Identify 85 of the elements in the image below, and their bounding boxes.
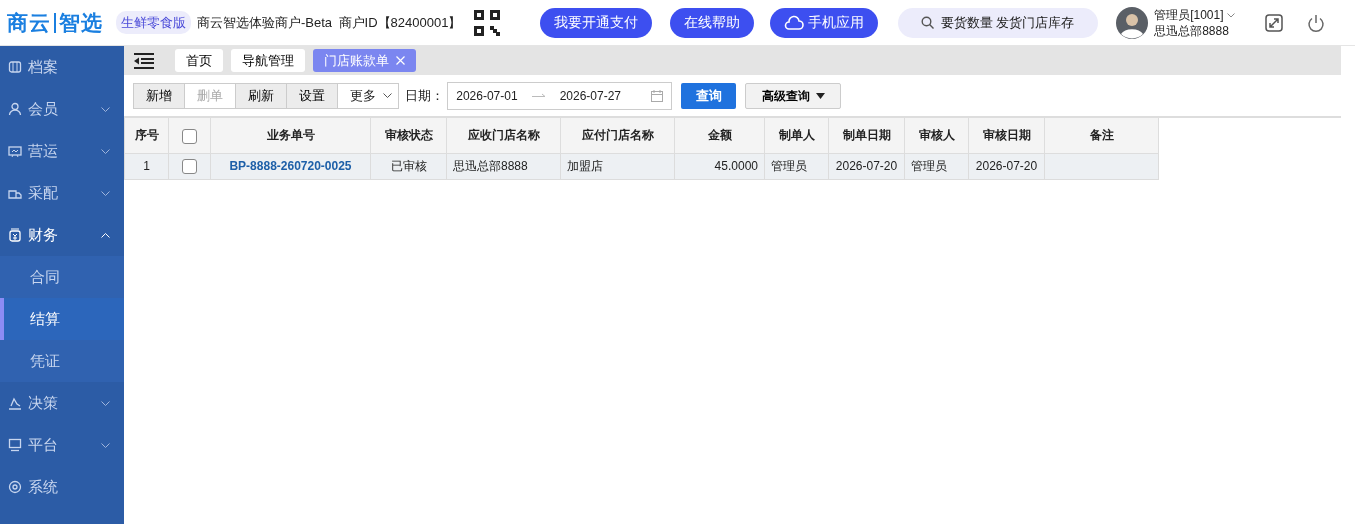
target-icon: [8, 480, 22, 494]
sidebar-item[interactable]: 采配: [0, 172, 124, 214]
query-button[interactable]: 查询: [681, 82, 737, 109]
table-cell: 2026-07-20: [835, 159, 898, 173]
checkbox[interactable]: [182, 159, 197, 175]
date-from: 2026-07-01: [456, 87, 518, 105]
tab[interactable]: 首页: [175, 49, 223, 72]
column-header: 金额: [707, 128, 732, 143]
cloud-icon: [784, 14, 805, 31]
column-header: 审核日期: [982, 128, 1031, 143]
person-icon: [8, 102, 22, 116]
column-header: 备注: [1089, 128, 1114, 143]
monitor-icon: [8, 438, 22, 452]
arrow-icon: [531, 92, 546, 99]
sidebar-subitem[interactable]: 凭证: [0, 340, 124, 382]
sidebar-subitem[interactable]: 合同: [0, 256, 124, 298]
chevron-icon: [101, 400, 110, 406]
date-label: 日期：: [405, 86, 444, 105]
chevron-icon: [382, 93, 392, 98]
chevron-icon: [101, 232, 110, 238]
tab[interactable]: 导航管理: [231, 49, 305, 72]
qr-code-icon[interactable]: [474, 9, 501, 36]
sidebar-item[interactable]: 档案: [0, 46, 124, 88]
header-button[interactable]: 在线帮助: [670, 7, 755, 38]
search-icon: [921, 16, 935, 29]
table-cell: 加盟店: [567, 159, 603, 173]
user-name[interactable]: 管理员[1001]: [1154, 6, 1224, 23]
chevron-icon: [101, 148, 110, 154]
table-cell: 管理员: [911, 159, 947, 173]
toolbar-button[interactable]: 新增: [133, 82, 185, 109]
advanced-query-button[interactable]: 高级查询: [745, 82, 842, 109]
checkbox[interactable]: [182, 128, 197, 144]
logo-divider: [53, 12, 56, 33]
merchant-name: 商云智选体验商户-Beta: [197, 13, 333, 32]
jar-icon: [8, 228, 22, 242]
table-cell: 管理员: [771, 159, 807, 173]
column-header: 序号: [134, 128, 159, 143]
calendar-icon[interactable]: [651, 89, 664, 102]
caret-icon[interactable]: [1226, 12, 1235, 18]
caret-icon: [816, 92, 825, 99]
sidebar-item[interactable]: 系统: [0, 466, 124, 508]
header-button[interactable]: 我要开通支付: [540, 7, 653, 38]
sidebar-subitem[interactable]: 结算: [0, 298, 124, 340]
sidebar-item[interactable]: 会员: [0, 88, 124, 130]
column-header: 审核人: [918, 128, 955, 143]
table-cell: 1: [143, 159, 150, 173]
header-button[interactable]: 手机应用: [770, 7, 878, 38]
sidebar-item[interactable]: 决策: [0, 382, 124, 424]
tab[interactable]: 门店账款单: [313, 49, 416, 72]
column-header: 应付门店名称: [581, 128, 654, 143]
column-header: 审核状态: [384, 128, 433, 143]
merchant-id: 商户ID【82400001】: [338, 13, 462, 32]
sidebar-item[interactable]: 财务: [0, 214, 124, 256]
column-header: 业务单号: [266, 128, 315, 143]
table-cell: 45.0000: [714, 159, 758, 173]
column-header: 制单人: [778, 128, 815, 143]
sidebar-item[interactable]: 平台: [0, 424, 124, 466]
expand-icon[interactable]: [1264, 14, 1283, 33]
logo-text: 商云: [6, 9, 51, 36]
toolbar-button[interactable]: 刷新: [235, 82, 287, 109]
edition-badge: 生鲜零食版: [115, 10, 191, 35]
table-cell: 已审核: [390, 159, 427, 173]
chevron-icon: [101, 106, 110, 112]
column-header: 应收门店名称: [467, 128, 540, 143]
logo-text: 智选: [58, 9, 103, 36]
column-header: 制单日期: [842, 128, 891, 143]
power-icon[interactable]: [1306, 14, 1325, 33]
date-to: 2026-07-27: [559, 87, 622, 105]
close-icon[interactable]: [395, 56, 405, 65]
search-text: 要货数量 发货门店库存: [940, 13, 1075, 32]
date-range-field[interactable]: 2026-07-01 2026-07-27: [447, 81, 673, 110]
avatar-icon: [1115, 6, 1148, 39]
board-icon: [8, 144, 22, 158]
table-cell: 思迅总部8888: [453, 159, 528, 173]
sidebar-item[interactable]: 营运: [0, 130, 124, 172]
hand-icon: [8, 396, 22, 410]
menu-icon[interactable]: [134, 53, 154, 70]
more-dropdown[interactable]: 更多: [337, 82, 399, 109]
table-cell: 2026-07-20: [975, 159, 1038, 173]
toolbar-button[interactable]: 设置: [286, 82, 338, 109]
grid-icon: [8, 60, 22, 74]
user-org: 思迅总部8888: [1154, 22, 1230, 39]
chevron-icon: [101, 190, 110, 196]
search-field[interactable]: 要货数量 发货门店库存: [897, 7, 1098, 38]
chevron-icon: [101, 442, 110, 448]
